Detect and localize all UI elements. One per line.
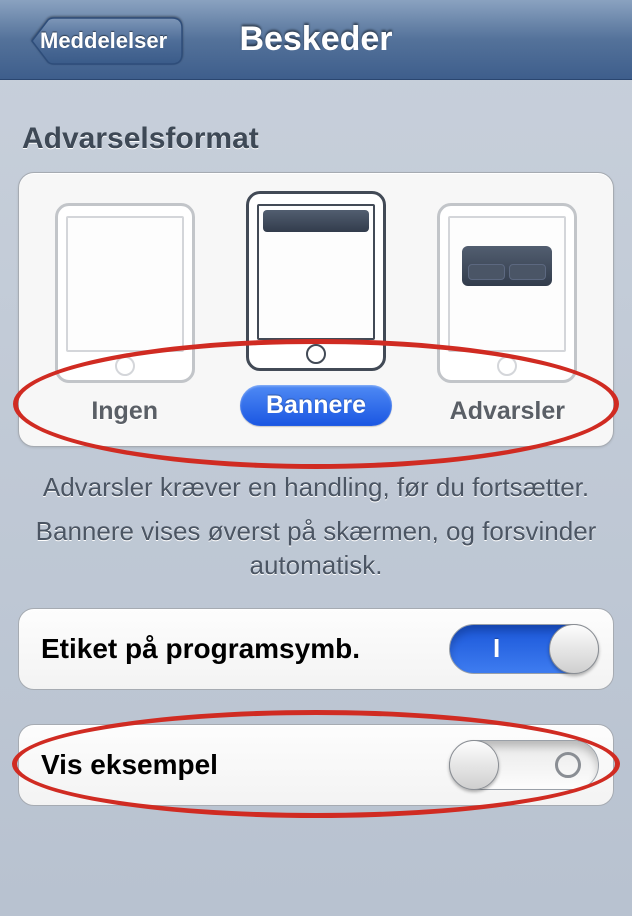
back-button-label: Meddelelser <box>40 28 167 54</box>
badge-label: Etiket på programsymb. <box>41 633 360 665</box>
preview-row: Vis eksempel <box>18 724 614 806</box>
alert-style-option-banners[interactable]: Bannere <box>220 191 411 426</box>
preview-label: Vis eksempel <box>41 749 218 781</box>
nav-bar: Meddelelser Beskeder <box>0 0 632 80</box>
badge-toggle[interactable]: I <box>449 624 599 674</box>
alert-style-label-alerts: Advarsler <box>450 397 565 426</box>
phone-preview-none <box>55 203 195 383</box>
alert-style-card: Ingen Bannere Advarsle <box>18 172 614 447</box>
alert-style-label-banners: Bannere <box>240 385 392 426</box>
badge-row-wrap: Etiket på programsymb. I <box>18 608 614 690</box>
alert-style-option-none[interactable]: Ingen <box>29 203 220 426</box>
back-button[interactable]: Meddelelser <box>14 16 184 66</box>
preview-row-wrap: Vis eksempel <box>18 724 614 806</box>
alert-style-header: Advarselsformat <box>22 122 610 156</box>
preview-toggle[interactable] <box>449 740 599 790</box>
page-title: Beskeder <box>239 20 392 59</box>
help-line-2: Bannere vises øverst på skærmen, og fors… <box>28 515 604 583</box>
alert-style-row: Ingen Bannere Advarsle <box>29 191 603 426</box>
help-line-1: Advarsler kræver en handling, før du for… <box>28 471 604 505</box>
content-area: Advarselsformat Ingen <box>0 80 632 806</box>
alert-style-label-none: Ingen <box>91 397 158 426</box>
alert-style-option-alerts[interactable]: Advarsler <box>412 203 603 426</box>
phone-preview-banners <box>246 191 386 371</box>
phone-preview-alerts <box>437 203 577 383</box>
help-text: Advarsler kræver en handling, før du for… <box>28 471 604 582</box>
toggle-on-text: I <box>493 633 500 664</box>
badge-row: Etiket på programsymb. I <box>18 608 614 690</box>
